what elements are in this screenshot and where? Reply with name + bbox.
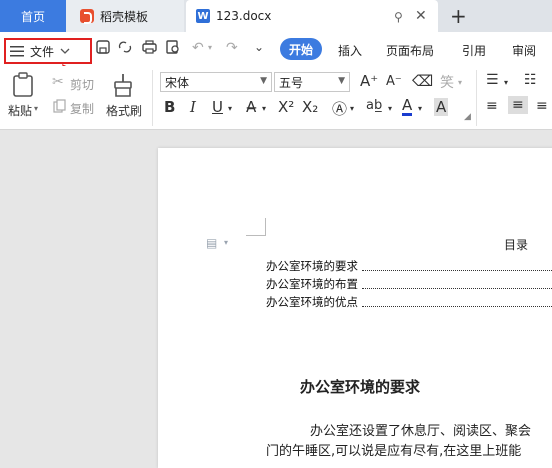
ribbon-tab-references[interactable]: 引用 (462, 42, 486, 59)
superscript-icon[interactable]: X² (278, 98, 294, 116)
font-size-select[interactable]: 五号 ▼ (274, 72, 350, 92)
section-heading: 办公室环境的要求 (300, 378, 421, 396)
margin-corner-mark (246, 218, 266, 236)
tab-home-label: 首页 (20, 9, 45, 24)
italic-icon[interactable]: I (190, 98, 196, 116)
print-preview-icon[interactable] (166, 40, 180, 58)
text-effect-icon[interactable]: Ⓐ (332, 98, 347, 119)
font-family-value: 宋体 (165, 75, 190, 90)
file-menu-label: 文件 (30, 44, 55, 59)
chevron-down-icon (60, 48, 70, 54)
chevron-down-icon[interactable]: ▾ (458, 78, 462, 87)
toc-title: 目录 (504, 238, 529, 252)
font-family-select[interactable]: 宋体 ▼ (160, 72, 272, 92)
undo-dropdown-icon[interactable]: ▾ (208, 43, 212, 52)
align-center-icon[interactable]: ≡ (508, 96, 528, 114)
highlight-icon[interactable]: ab̲ (366, 98, 382, 113)
tab-daoke-label: 稻壳模板 (100, 9, 149, 24)
phonetic-guide-icon[interactable]: 笑 (440, 72, 454, 92)
chevron-down-icon[interactable]: ▾ (262, 104, 266, 113)
clear-format-icon[interactable]: ⌫ (412, 72, 433, 90)
chevron-down-icon: ▼ (260, 76, 267, 86)
chevron-down-icon: ▼ (338, 76, 345, 86)
file-menu-button[interactable]: 文件 (4, 38, 92, 64)
body-paragraph-line: 门的午睡区,可以说是应有尽有,在这里上班能 (266, 444, 522, 459)
font-size-value: 五号 (279, 75, 304, 90)
chevron-down-icon[interactable]: ▾ (228, 104, 232, 113)
ribbon-tab-page-layout[interactable]: 页面布局 (386, 42, 434, 59)
font-color-icon[interactable]: A (402, 98, 413, 116)
chevron-down-icon[interactable]: ▾ (388, 104, 392, 113)
toc-leader (362, 306, 552, 307)
tab-home[interactable]: 首页 (0, 0, 66, 32)
underline-icon[interactable]: U (212, 98, 223, 116)
font-dialog-launcher-icon[interactable]: ◢ (464, 112, 471, 122)
undo-icon[interactable]: ↶ (192, 40, 204, 56)
pin-icon[interactable]: ⚲ (394, 10, 403, 24)
shrink-font-icon[interactable]: A⁻ (386, 74, 402, 89)
copy-button[interactable]: 复制 (70, 100, 94, 117)
bullet-list-icon[interactable]: ☰ (486, 72, 499, 88)
toc-leader (362, 288, 552, 289)
toc-item[interactable]: 办公室环境的要求 (266, 258, 358, 274)
close-icon[interactable]: ✕ (415, 8, 427, 24)
title-bar: 首页 稻壳模板 W 123.docx ⚲ ✕ + (0, 0, 552, 32)
toc-item[interactable]: 办公室环境的优点 (266, 294, 358, 310)
toolbar-divider (152, 70, 153, 126)
more-chevron-icon[interactable]: ⌄ (254, 40, 264, 54)
tab-daoke-templates[interactable]: 稻壳模板 (66, 0, 184, 32)
hamburger-icon (10, 46, 24, 57)
align-right-icon[interactable]: ≡ (536, 98, 548, 114)
chevron-down-icon[interactable]: ▾ (350, 104, 354, 113)
share-icon[interactable] (118, 40, 132, 58)
redo-icon[interactable]: ↷ (226, 40, 238, 56)
character-shading-icon[interactable]: A (434, 98, 449, 116)
strikethrough-icon[interactable]: A̶ (246, 98, 256, 116)
align-left-icon[interactable]: ≡ (486, 98, 498, 114)
toc-item[interactable]: 办公室环境的布置 (266, 276, 358, 292)
tab-document[interactable]: W 123.docx ⚲ ✕ (186, 0, 438, 32)
format-painter-icon[interactable] (112, 72, 134, 101)
toc-leader (362, 270, 552, 271)
new-tab-icon[interactable]: + (450, 4, 467, 28)
paste-dropdown-icon[interactable]: ▾ (34, 104, 38, 113)
subscript-icon[interactable]: X₂ (302, 98, 318, 116)
ribbon-tab-review[interactable]: 审阅 (512, 42, 536, 59)
cut-icon[interactable]: ✂ (52, 74, 64, 90)
ribbon-tab-start[interactable]: 开始 (280, 38, 322, 60)
paste-icon[interactable] (12, 72, 36, 101)
ribbon-tab-insert[interactable]: 插入 (338, 42, 362, 59)
cut-button[interactable]: 剪切 (70, 76, 94, 93)
body-paragraph-line: 办公室还设置了休息厅、阅读区、聚会 (310, 424, 532, 439)
writer-logo-icon: W (196, 9, 210, 23)
paste-button[interactable]: 粘贴 (8, 102, 32, 119)
chevron-down-icon[interactable]: ▾ (224, 238, 228, 247)
chevron-down-icon[interactable]: ▾ (504, 78, 508, 87)
bold-icon[interactable]: B (164, 98, 175, 116)
save-icon[interactable] (96, 40, 110, 58)
tab-document-label: 123.docx (216, 9, 272, 23)
format-painter-button[interactable]: 格式刷 (106, 102, 142, 119)
numbered-list-icon[interactable]: ☷ (524, 72, 537, 88)
chevron-down-icon[interactable]: ▾ (418, 104, 422, 113)
document-outline-icon[interactable]: ▤ (206, 236, 217, 250)
toolbar-divider (476, 70, 477, 126)
grow-font-icon[interactable]: A⁺ (360, 72, 378, 90)
copy-icon[interactable] (53, 99, 66, 116)
print-icon[interactable] (142, 40, 157, 58)
daoke-logo-icon (80, 9, 94, 24)
